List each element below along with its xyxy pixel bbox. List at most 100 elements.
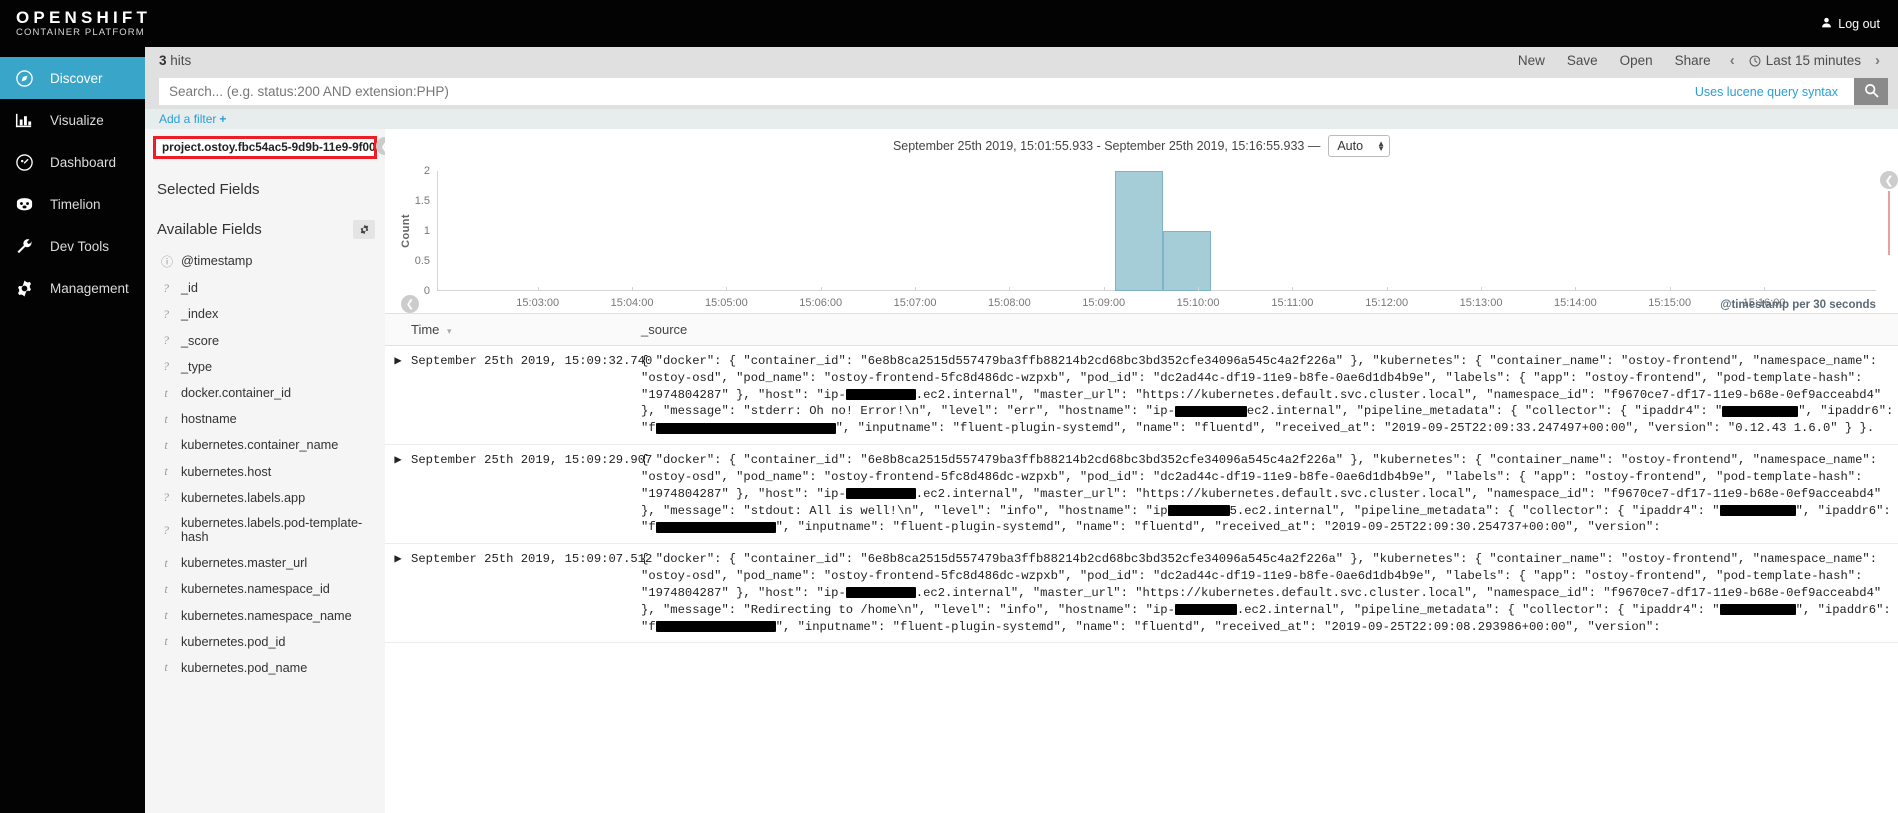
row-source: { "docker": { "container_id": "6e8b8ca25…	[641, 445, 1898, 544]
row-timestamp: September 25th 2019, 15:09:32.740	[411, 346, 641, 445]
x-axis-tick: 15:13:00	[1460, 297, 1503, 309]
y-axis-title: Count	[400, 214, 412, 248]
sidebar-item-timelion[interactable]: Timelion	[0, 183, 145, 225]
table-row[interactable]: ▶September 25th 2019, 15:09:32.740{ "doc…	[385, 346, 1898, 445]
table-row[interactable]: ▶September 25th 2019, 15:09:07.512{ "doc…	[385, 544, 1898, 643]
field-item[interactable]: tkubernetes.namespace_id	[145, 576, 385, 602]
available-fields-list: ⓘ@timestamp?_id?_index?_score?_typetdock…	[145, 247, 385, 681]
field-item[interactable]: ?_index	[145, 301, 385, 327]
share-button[interactable]: Share	[1664, 53, 1722, 68]
field-item[interactable]: ?_score	[145, 328, 385, 354]
field-item[interactable]: thostname	[145, 406, 385, 432]
histogram-bar[interactable]	[1163, 231, 1211, 291]
field-item[interactable]: ?kubernetes.labels.app	[145, 485, 385, 511]
index-pattern-selector[interactable]: project.ostoy.fbc54ac5-9d9b-11e9-9f00-0e…	[153, 136, 377, 159]
field-item[interactable]: tkubernetes.namespace_name	[145, 602, 385, 628]
interval-select[interactable]: Auto ▲▼	[1328, 135, 1390, 157]
gear-icon	[359, 222, 370, 238]
hits-label: hits	[170, 53, 191, 68]
chart-panel-collapse-right-button[interactable]: ❮	[1880, 171, 1898, 189]
field-item[interactable]: tkubernetes.master_url	[145, 550, 385, 576]
sidebar-item-dev-tools[interactable]: Dev Tools	[0, 225, 145, 267]
expand-row-button[interactable]: ▶	[385, 346, 411, 445]
new-button[interactable]: New	[1507, 53, 1556, 68]
time-column-header[interactable]: Time ▾	[411, 314, 641, 346]
search-button[interactable]	[1854, 78, 1888, 105]
field-item[interactable]: t docker.container_id	[145, 380, 385, 406]
source-column-header[interactable]: _source	[641, 314, 1898, 346]
time-picker-button[interactable]: Last 15 minutes	[1743, 53, 1867, 68]
expand-row-button[interactable]: ▶	[385, 544, 411, 643]
save-button[interactable]: Save	[1556, 53, 1609, 68]
x-axis-tickmark	[538, 287, 539, 291]
time-range-label: Last 15 minutes	[1766, 53, 1861, 68]
selected-fields-title: Selected Fields	[145, 159, 385, 198]
field-type-icon: t	[161, 582, 171, 597]
y-axis-tick: 1	[424, 225, 430, 237]
field-item[interactable]: tkubernetes.pod_name	[145, 655, 385, 681]
sidebar-item-discover[interactable]: Discover	[0, 57, 145, 99]
add-filter-button[interactable]: Add a filter +	[159, 112, 226, 126]
time-column-label: Time	[411, 322, 439, 337]
redacted-value	[1722, 406, 1798, 417]
sidebar-item-label: Management	[50, 281, 129, 296]
chart-collapse-button[interactable]: ❮	[401, 295, 419, 313]
plot-area[interactable]	[437, 171, 1876, 291]
x-axis-tick: 15:04:00	[611, 297, 654, 309]
sidebar-item-visualize[interactable]: Visualize	[0, 99, 145, 141]
field-item[interactable]: tkubernetes.pod_id	[145, 629, 385, 655]
x-axis-tick: 15:10:00	[1177, 297, 1220, 309]
chevron-left-icon: ❮	[380, 140, 385, 153]
time-next-button[interactable]: ›	[1867, 52, 1888, 69]
field-type-icon: ?	[161, 523, 171, 538]
field-settings-button[interactable]	[353, 220, 375, 239]
field-item[interactable]: tkubernetes.host	[145, 459, 385, 485]
expand-row-button[interactable]: ▶	[385, 445, 411, 544]
lucene-syntax-link[interactable]: Uses lucene query syntax	[1695, 85, 1844, 99]
field-type-icon: ?	[161, 307, 171, 322]
x-axis-tickmark	[821, 287, 822, 291]
time-prev-button[interactable]: ‹	[1722, 52, 1743, 69]
available-fields-header: Available Fields	[145, 198, 385, 239]
field-item[interactable]: tkubernetes.container_name	[145, 432, 385, 458]
x-axis-tickmark	[1104, 287, 1105, 291]
x-axis-tickmark	[1198, 287, 1199, 291]
sidebar-item-management[interactable]: Management	[0, 267, 145, 309]
field-type-icon: t	[161, 386, 171, 401]
source-column-label: _source	[641, 322, 687, 337]
documents-table-wrapper[interactable]: Time ▾ _source ▶September 25th 2019, 15:…	[385, 313, 1898, 813]
open-button[interactable]: Open	[1609, 53, 1664, 68]
x-axis-tick: 15:03:00	[516, 297, 559, 309]
field-item[interactable]: ?_id	[145, 275, 385, 301]
table-header-row: Time ▾ _source	[385, 314, 1898, 346]
search-box[interactable]: Uses lucene query syntax	[159, 78, 1854, 105]
field-item[interactable]: ?kubernetes.labels.pod-template-hash	[145, 511, 385, 550]
x-axis-tick: 15:14:00	[1554, 297, 1597, 309]
table-body: ▶September 25th 2019, 15:09:32.740{ "doc…	[385, 346, 1898, 643]
interval-value: Auto	[1337, 139, 1363, 153]
x-axis-tickmark	[1009, 287, 1010, 291]
hits-count: 3	[159, 53, 167, 68]
sidebar-item-dashboard[interactable]: Dashboard	[0, 141, 145, 183]
y-axis-tick: 2	[424, 165, 430, 177]
plus-icon: +	[219, 112, 226, 126]
table-row[interactable]: ▶September 25th 2019, 15:09:29.907{ "doc…	[385, 445, 1898, 544]
field-item[interactable]: ?_type	[145, 354, 385, 380]
field-name: kubernetes.container_name	[181, 438, 338, 452]
x-axis-tick: 15:06:00	[799, 297, 842, 309]
field-type-icon: t	[161, 556, 171, 571]
row-source: { "docker": { "container_id": "6e8b8ca25…	[641, 346, 1898, 445]
field-type-icon: t	[161, 464, 171, 479]
x-axis-tickmark	[632, 287, 633, 291]
field-name: docker.container_id	[181, 386, 291, 400]
histogram-chart[interactable]: Count 00.511.52 15:03:0015:04:0015:05:00…	[385, 163, 1898, 313]
body-wrapper: Discover Visualize Das	[0, 47, 1898, 813]
x-axis-tickmark	[915, 287, 916, 291]
logout-button[interactable]: Log out	[1821, 17, 1880, 31]
spinner-icon: ▲▼	[1377, 141, 1385, 151]
histogram-bar[interactable]	[1115, 171, 1163, 291]
x-axis-tickmark	[1387, 287, 1388, 291]
field-item[interactable]: ⓘ@timestamp	[145, 247, 385, 275]
field-type-icon: t	[161, 412, 171, 427]
search-input[interactable]	[169, 84, 1695, 99]
